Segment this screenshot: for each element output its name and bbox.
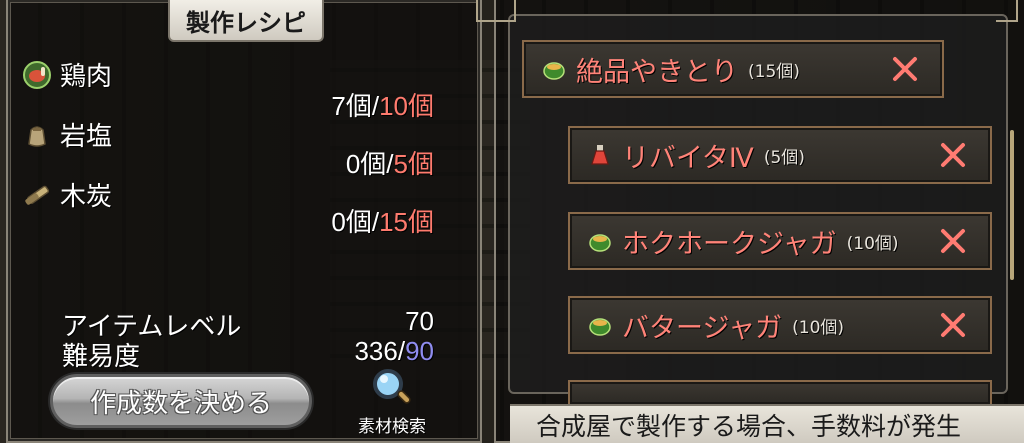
have-count: 0個 — [331, 207, 372, 237]
count-separator: / — [386, 149, 394, 179]
decide-quantity-button[interactable]: 作成数を決める — [50, 374, 312, 428]
recipe-queue-item[interactable]: 絶品やきとり (15個) — [522, 40, 944, 98]
have-count: 0個 — [345, 149, 387, 179]
material-search-button[interactable]: 素材検索 — [352, 366, 432, 438]
food-pot-icon — [586, 311, 614, 339]
remove-icon[interactable] — [938, 310, 968, 340]
recipe-queue-item[interactable]: リバイタⅣ (5個) — [568, 126, 992, 184]
fee-notice: 合成屋で製作する場合、手数料が発生 — [510, 404, 1024, 443]
ingredient-row: 鶏肉 — [22, 56, 112, 93]
recipe-quantity: (10個) — [792, 317, 845, 338]
meat-icon — [22, 60, 52, 90]
need-count: 10個 — [379, 91, 434, 121]
charcoal-icon — [22, 180, 52, 210]
count-separator: / — [371, 207, 380, 237]
food-pot-icon — [586, 227, 614, 255]
recipe-queue-item-partial[interactable] — [568, 380, 992, 404]
difficulty-separator: / — [397, 336, 406, 366]
ingredient-row: 岩塩 — [22, 116, 112, 153]
recipe-name: 絶品やきとり — [576, 56, 738, 88]
recipe-queue-item[interactable]: バタージャガ (10個) — [568, 296, 992, 354]
difficulty-current: 336 — [354, 336, 398, 366]
queue-scrollbar[interactable] — [1010, 130, 1014, 280]
recipe-quantity: (10個) — [846, 233, 899, 254]
need-count: 5個 — [393, 149, 434, 179]
difficulty-value: 336/90 — [354, 336, 434, 367]
remove-icon[interactable] — [890, 54, 920, 84]
frame-corner-ornament — [494, 0, 516, 22]
have-count: 7個 — [331, 91, 372, 121]
salt-bag-icon — [22, 120, 52, 150]
recipe-name: バタージャガ — [622, 312, 783, 344]
remove-icon[interactable] — [938, 226, 968, 256]
item-level-value: 70 — [405, 306, 434, 336]
panel-title: 製作レシピ — [168, 0, 324, 42]
potion-icon — [586, 141, 614, 169]
food-pot-icon — [540, 55, 568, 83]
difficulty-label: 難易度 — [62, 342, 141, 372]
ingredient-row: 木炭 — [22, 176, 112, 213]
recipe-name: リバイタⅣ — [622, 142, 754, 174]
recipe-queue-item[interactable]: ホクホークジャガ (10個) — [568, 212, 992, 270]
ingredient-name: 岩塩 — [60, 122, 113, 152]
count-separator: / — [371, 91, 380, 121]
recipe-name: ホクホークジャガ — [622, 228, 837, 260]
ingredient-name: 鶏肉 — [60, 62, 113, 92]
frame-corner-ornament — [996, 0, 1018, 22]
ingredient-count: 0個/15個 — [331, 202, 434, 239]
difficulty-max: 90 — [405, 336, 434, 366]
magnifier-icon — [373, 369, 411, 404]
ingredient-count: 7個/10個 — [331, 86, 434, 123]
material-search-label: 素材検索 — [358, 417, 426, 437]
ingredient-count: 0個/5個 — [346, 144, 434, 181]
recipe-quantity: (15個) — [748, 61, 800, 82]
remove-icon[interactable] — [938, 140, 968, 170]
need-count: 15個 — [379, 207, 434, 237]
ingredient-name: 木炭 — [60, 182, 113, 212]
recipe-quantity: (5個) — [763, 147, 805, 168]
